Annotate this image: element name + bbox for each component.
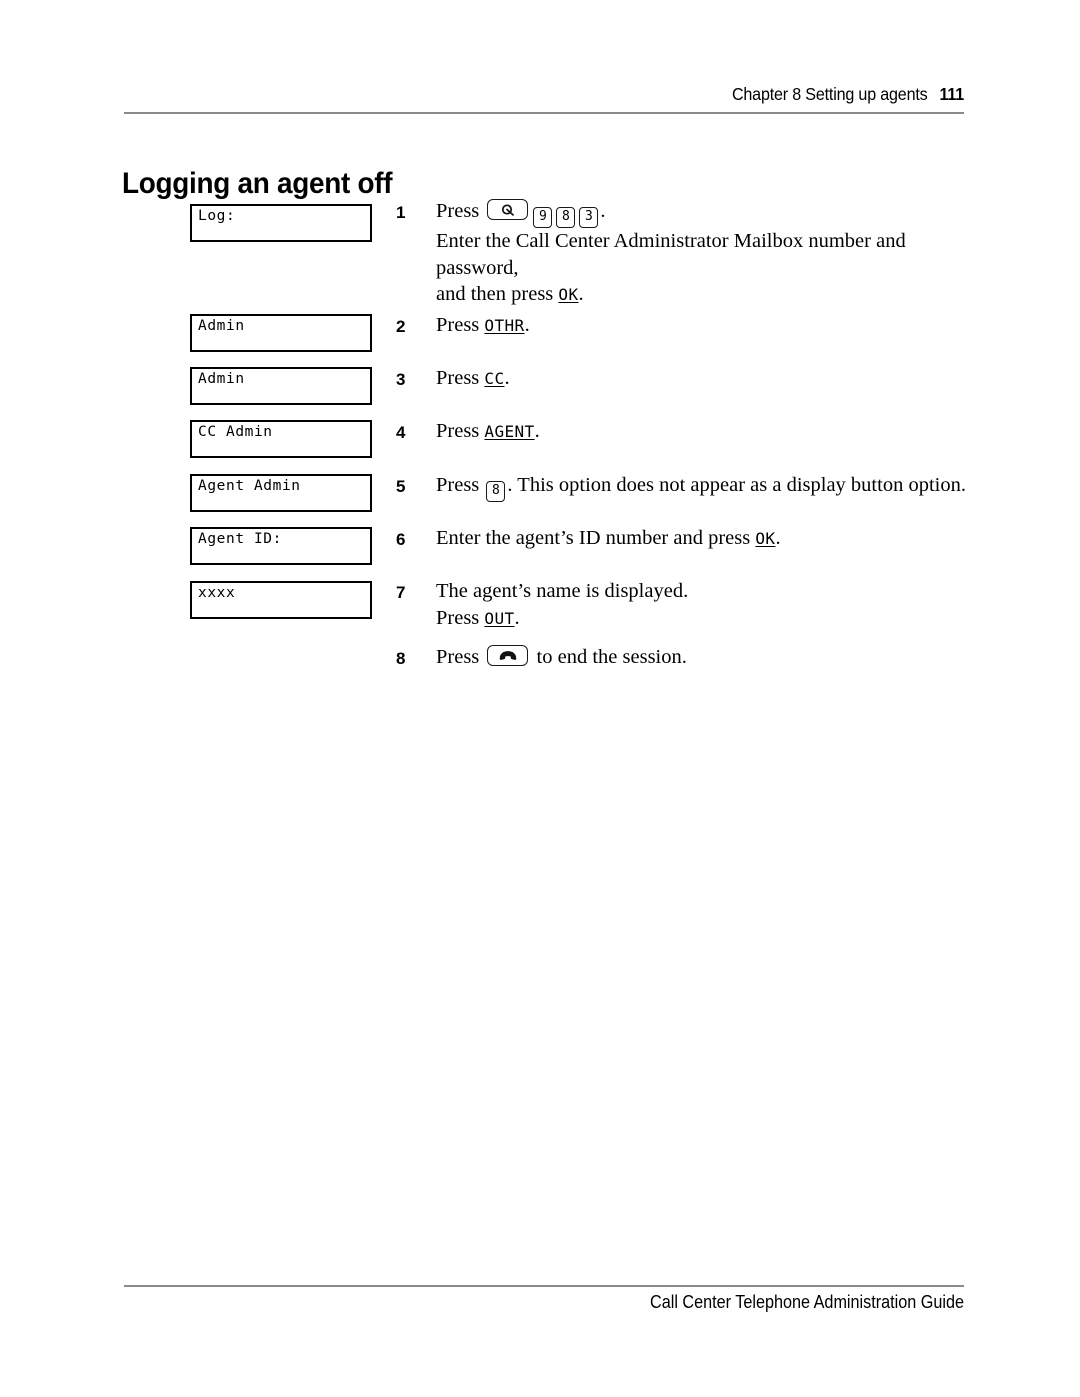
page-number: 111: [939, 84, 964, 104]
step-line: Press OUT.: [436, 605, 966, 633]
phone-display-agent-name: xxxx OUT QUIT: [190, 581, 372, 619]
phone-display-agent-id: Agent ID: OK: [190, 527, 372, 565]
step-text: Press CC.: [436, 365, 966, 393]
step-text-after: .: [504, 367, 510, 389]
procedure-step: 3 Press CC.: [396, 365, 966, 393]
step-number: 5: [396, 477, 406, 496]
procedure-step: 1 Press 983. Enter the Call Center Admin…: [396, 198, 966, 309]
display-top-line: Admin: [198, 318, 245, 334]
step-text-after: .: [578, 283, 584, 305]
display-top-line: Agent Admin: [198, 478, 301, 494]
softkey-reference-ok[interactable]: OK: [755, 529, 775, 548]
step-line: Enter the Call Center Administrator Mail…: [436, 230, 906, 252]
step-text-before: and then press: [436, 283, 559, 305]
display-top-line: Admin: [198, 371, 245, 387]
display-top-line: CC Admin: [198, 424, 273, 440]
keypad-key-8[interactable]: 8: [486, 481, 506, 502]
step-line: Press AGENT.: [436, 418, 966, 446]
display-softkey-row: QUIT RETRY OK: [198, 224, 366, 240]
display-softkey-row: OUT QUIT: [198, 601, 366, 617]
phone-display-agent-admin: Agent Admin ADD DEL CHNG: [190, 474, 372, 512]
step-text-before: Press: [436, 420, 485, 442]
phone-display-admin-glist: Admin GLIST CCR CC: [190, 367, 372, 405]
step-text-before: Press: [436, 474, 485, 496]
display-top-line: xxxx: [198, 585, 236, 601]
step-line: Enter the agent’s ID number and press OK…: [436, 525, 966, 553]
step-number: 7: [396, 583, 406, 602]
softkey-reference-out[interactable]: OUT: [484, 609, 514, 628]
step-number: 3: [396, 370, 406, 389]
step-text: Press 8. This option does not appear as …: [436, 472, 966, 502]
display-softkey-row: OK: [198, 547, 366, 563]
step-text: Press 983. Enter the Call Center Adminis…: [436, 198, 966, 309]
display-softkey-row: ADD DEL CHNG: [198, 494, 366, 510]
step-text: Enter the agent’s ID number and press OK…: [436, 525, 966, 553]
display-softkey-row: MBOX AA OTHR: [198, 334, 366, 350]
procedure-step: 8 Press to end the session.: [396, 644, 966, 672]
step-line: Press to end the session.: [436, 644, 966, 671]
step-text-before: Press: [436, 646, 485, 668]
step-line: Press OTHR.: [436, 312, 966, 340]
step-text-before: Press: [436, 200, 485, 222]
header-divider: [124, 112, 964, 114]
procedure-step: 2 Press OTHR.: [396, 312, 966, 340]
display-softkey-row: GLIST CCR CC: [198, 387, 366, 403]
softkey-reference-cc[interactable]: CC: [484, 369, 504, 388]
procedure-step: 4 Press AGENT.: [396, 418, 966, 446]
procedure-step: 5 Press 8. This option does not appear a…: [396, 472, 966, 502]
step-line: The agent’s name is displayed.: [436, 580, 689, 602]
step-number: 6: [396, 530, 406, 549]
header-chapter-label: Chapter 8 Setting up agents: [731, 84, 928, 104]
page-title: Logging an agent off: [122, 167, 393, 201]
step-text: The agent’s name is displayed. Press OUT…: [436, 578, 966, 632]
step-number: 4: [396, 423, 406, 442]
step-line: and then press OK.: [436, 281, 966, 309]
step-line: Press 983.: [436, 198, 966, 228]
step-line: Press 8. This option does not appear as …: [436, 472, 966, 502]
keypad-key-9[interactable]: 9: [533, 207, 553, 228]
display-top-line: Agent ID:: [198, 531, 282, 547]
step-text-after: to end the session.: [531, 646, 687, 668]
step-text-before: Press: [436, 314, 485, 336]
step-text: Press AGENT.: [436, 418, 966, 446]
step-text-after: . This option does not appear as a displ…: [507, 474, 966, 496]
display-top-line: Log:: [198, 208, 236, 224]
step-text-before: Press: [436, 367, 485, 389]
phone-display-admin-mbox: Admin MBOX AA OTHR: [190, 314, 372, 352]
document-page: Chapter 8 Setting up agents 111 Logging a…: [0, 0, 1080, 1397]
page-footer: Call Center Telephone Administration Gui…: [650, 1292, 964, 1312]
page-header: Chapter 8 Setting up agents 111: [191, 84, 964, 105]
phone-display-cc-admin: CC Admin AGENT SKILL OTH: [190, 420, 372, 458]
feature-key-icon[interactable]: [487, 199, 529, 220]
step-number: 2: [396, 317, 406, 336]
step-number: 8: [396, 649, 406, 668]
step-number: 1: [396, 203, 406, 222]
step-text-before: Press: [436, 606, 485, 629]
phone-display-log: Log: QUIT RETRY OK: [190, 204, 372, 242]
softkey-reference-ok[interactable]: OK: [558, 285, 578, 304]
keypad-key-8[interactable]: 8: [556, 207, 576, 228]
step-text-before: Enter the agent’s ID number and press: [436, 527, 756, 549]
step-text-after: .: [600, 200, 606, 222]
keypad-key-3[interactable]: 3: [579, 207, 599, 228]
display-softkey-row: AGENT SKILL OTH: [198, 440, 366, 456]
softkey-reference-agent[interactable]: AGENT: [484, 422, 534, 441]
step-text: Press to end the session.: [436, 644, 966, 671]
release-handset-icon[interactable]: [487, 645, 529, 666]
step-text-after: .: [775, 527, 781, 549]
softkey-reference-othr[interactable]: OTHR: [484, 316, 524, 335]
step-text-after: .: [514, 606, 520, 629]
step-text: Press OTHR.: [436, 312, 966, 340]
step-line: Press CC.: [436, 365, 966, 393]
step-text-after: .: [534, 420, 540, 442]
footer-divider: [124, 1285, 964, 1287]
procedure-step: 7 The agent’s name is displayed. Press O…: [396, 578, 966, 632]
procedure-step: 6 Enter the agent’s ID number and press …: [396, 525, 966, 553]
step-text-after: .: [524, 314, 530, 336]
step-line: password,: [436, 256, 519, 279]
